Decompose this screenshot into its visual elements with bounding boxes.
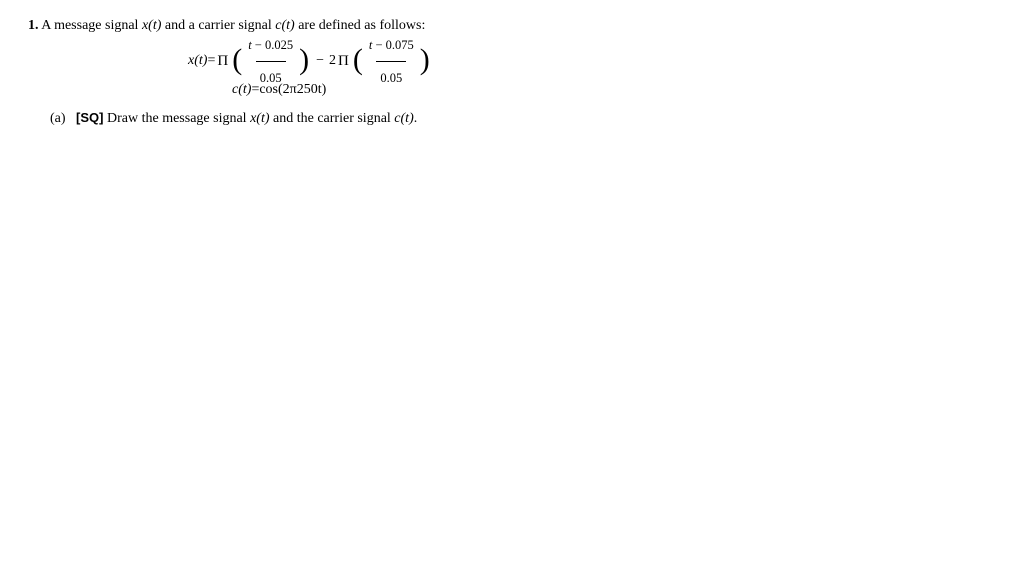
subpart-a: (a) [SQ] Draw the message signal x(t) an… [50,110,996,127]
subpart-label: (a) [50,111,66,126]
equation-c: c(t) = cos(2π250t) [232,78,996,102]
subpart-c: c(t) [394,111,413,126]
subpart-text-post: . [414,111,418,126]
paren-group-2: ( t − 0.075 0.05 ) [353,30,430,93]
sq-tag: [SQ] [76,110,103,125]
right-paren-icon: ) [420,45,430,75]
equation-block: x(t) = Π ( t − 0.025 0.05 ) − 2Π ( t − 0… [188,44,996,102]
eq1-lhs: x(t) [188,44,207,78]
eq2-rhs: cos(2π250t) [259,73,326,107]
document-page: 1. A message signal x(t) and a carrier s… [0,0,1024,145]
fraction-2: t − 0.075 0.05 [365,30,418,93]
subpart-text-pre: Draw the message signal [107,111,250,126]
eq1-equals: = [207,44,215,78]
subpart-x: x(t) [250,111,269,126]
frac1-numerator: t − 0.025 [244,30,297,61]
problem-statement: 1. A message signal x(t) and a carrier s… [28,18,996,34]
intro-x: x(t) [142,18,161,33]
problem-number: 1. [28,18,39,33]
right-paren-icon: ) [299,45,309,75]
frac1-num-rest: − 0.025 [252,38,293,52]
pi-function-1: Π [217,43,228,79]
frac2-numerator: t − 0.075 [365,30,418,61]
intro-text-pre: A message signal [41,18,142,33]
subpart-text-mid: and the carrier signal [270,111,395,126]
eq2-lhs: c(t) [232,73,251,107]
frac2-num-rest: − 0.075 [372,38,413,52]
left-paren-icon: ( [353,45,363,75]
left-paren-icon: ( [232,45,242,75]
pi-function-2: Π [338,43,349,79]
frac2-denominator: 0.05 [376,61,406,93]
eq2-equals: = [251,73,259,107]
coef-2: 2 [329,44,336,78]
